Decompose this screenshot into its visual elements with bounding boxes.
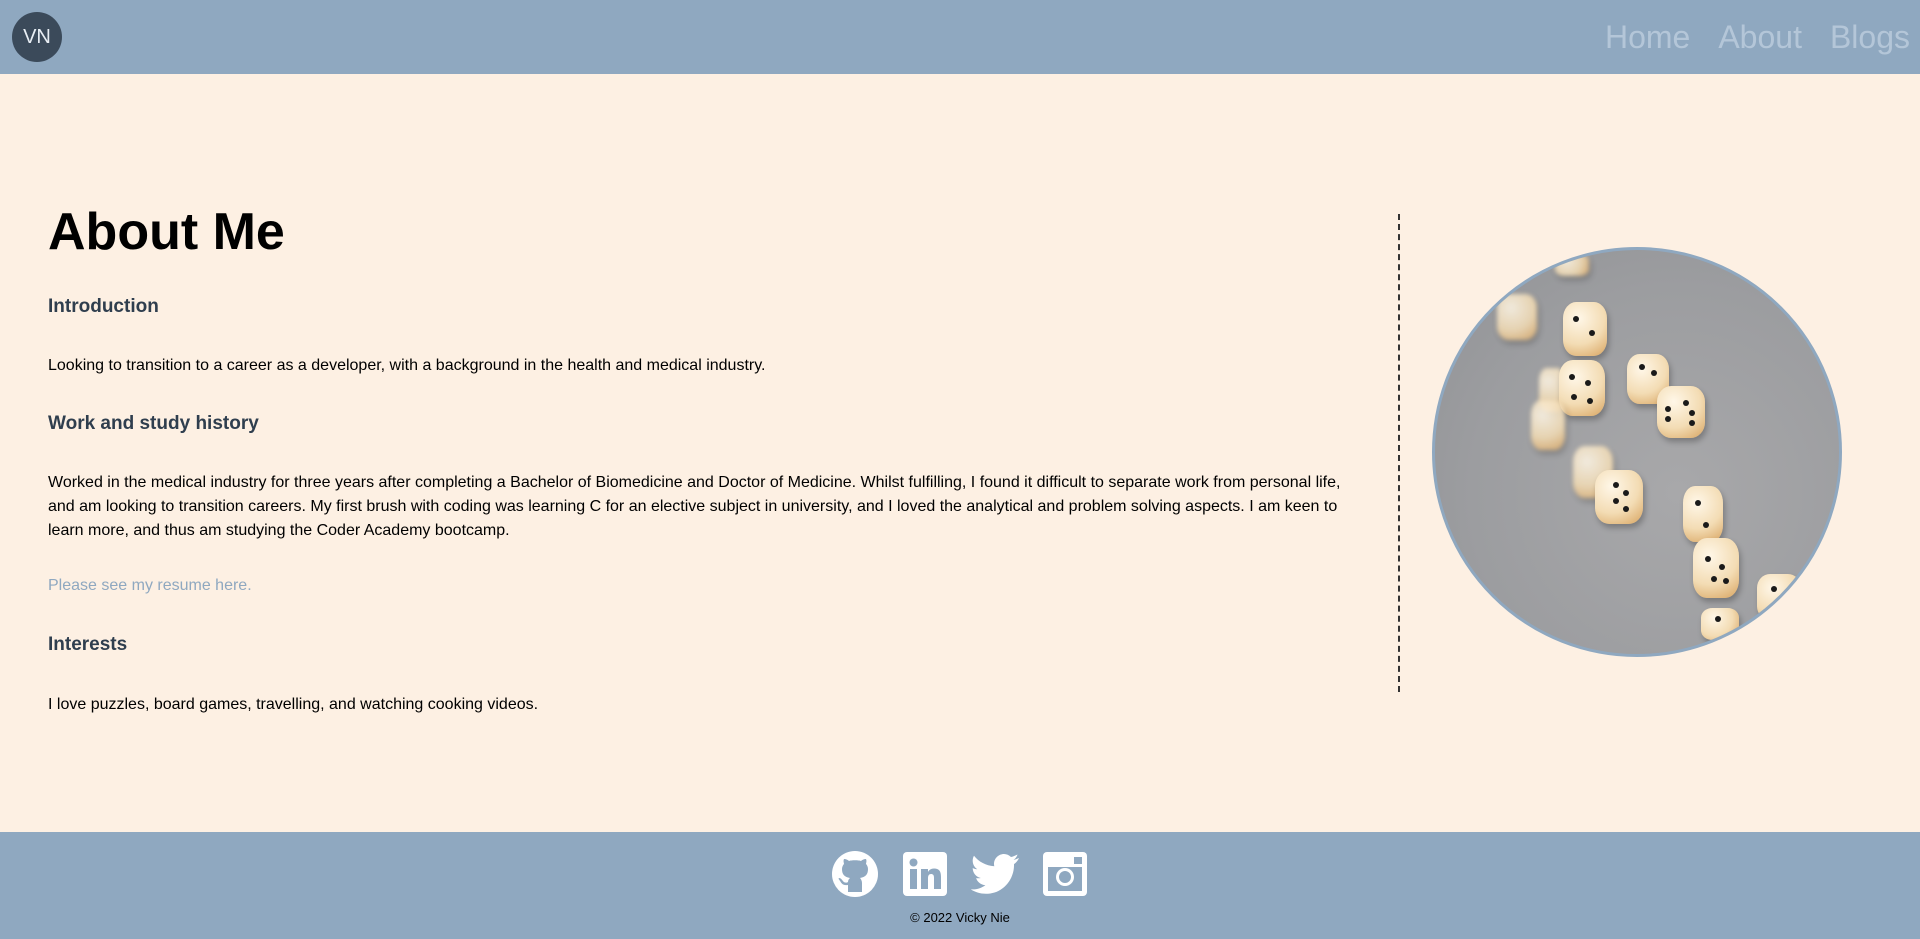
die	[1563, 302, 1607, 356]
work-history-heading: Work and study history	[48, 413, 259, 434]
nav-link-home[interactable]: Home	[1605, 19, 1690, 56]
die	[1555, 254, 1589, 276]
die	[1497, 294, 1537, 340]
falling-dice-photo	[1432, 247, 1842, 657]
introduction-text: Looking to transition to a career as a d…	[48, 357, 766, 374]
instagram-icon[interactable]	[1041, 850, 1089, 898]
die	[1559, 360, 1605, 416]
nav-link-blogs[interactable]: Blogs	[1830, 19, 1910, 56]
logo-avatar[interactable]: VN	[12, 12, 62, 62]
github-icon[interactable]	[831, 850, 879, 898]
navbar: VN Home About Blogs	[0, 0, 1920, 74]
nav-link-about[interactable]: About	[1718, 19, 1802, 56]
die	[1693, 538, 1739, 598]
introduction-heading: Introduction	[48, 296, 159, 317]
work-history-text: Worked in the medical industry for three…	[48, 474, 1341, 539]
twitter-icon[interactable]	[971, 850, 1019, 898]
die	[1683, 486, 1723, 542]
interests-text: I love puzzles, board games, travelling,…	[48, 696, 539, 713]
die	[1531, 400, 1565, 450]
social-links	[0, 850, 1920, 898]
die	[1701, 608, 1739, 640]
die	[1595, 470, 1643, 524]
about-content: About Me Introduction Looking to transit…	[48, 196, 1348, 713]
nav-links: Home About Blogs	[1605, 0, 1920, 74]
vertical-divider	[1398, 214, 1400, 692]
copyright-text: © 2022 Vicky Nie	[910, 910, 1010, 925]
die	[1757, 574, 1801, 620]
page-title: About Me	[48, 203, 285, 261]
linkedin-icon[interactable]	[901, 850, 949, 898]
footer: © 2022 Vicky Nie	[0, 832, 1920, 939]
interests-heading: Interests	[48, 634, 128, 655]
resume-link[interactable]: Please see my resume here.	[48, 577, 252, 595]
die	[1657, 386, 1705, 438]
